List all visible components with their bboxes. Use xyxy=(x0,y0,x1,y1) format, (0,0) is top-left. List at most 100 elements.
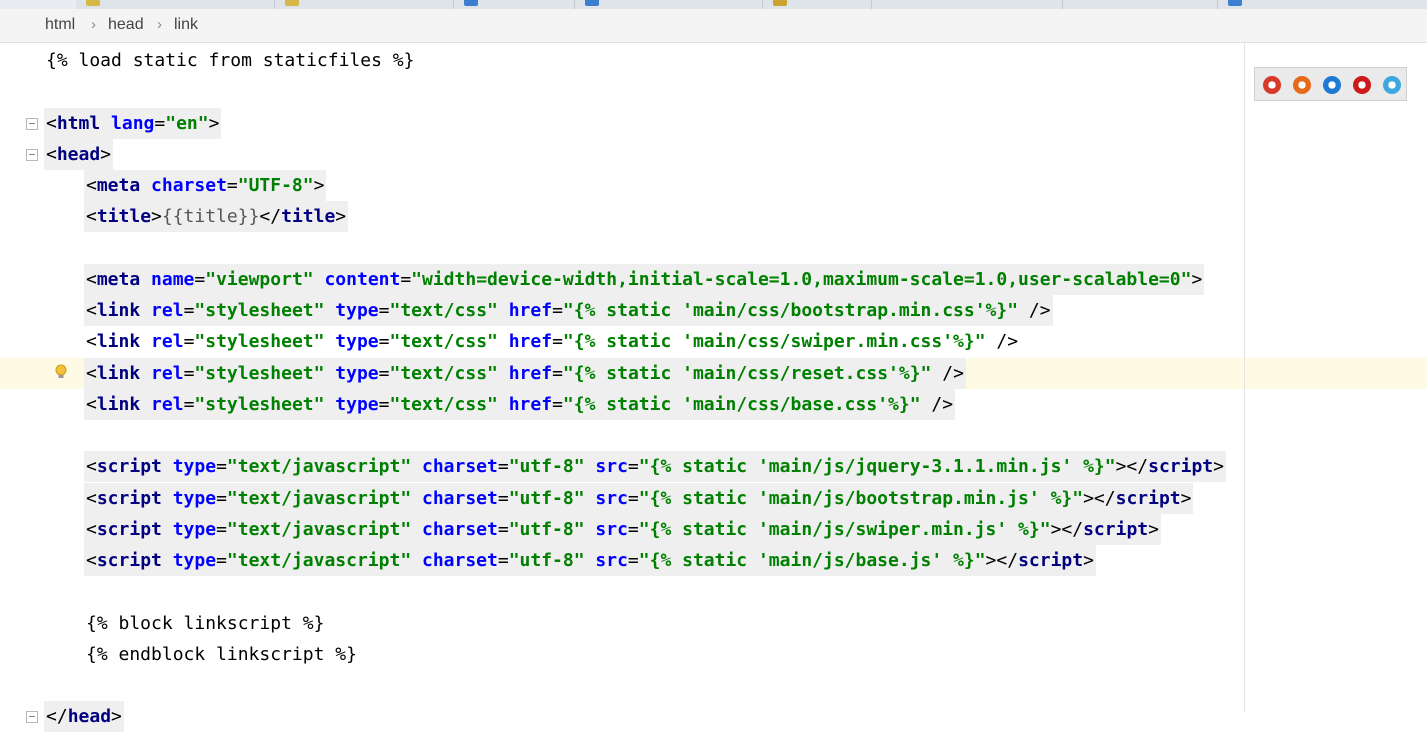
code-token: rel xyxy=(151,300,184,321)
browser-preview-panel xyxy=(1254,67,1407,101)
code-token: "{% static 'main/js/swiper.min.js' %}" xyxy=(638,518,1051,540)
editor-tab[interactable] xyxy=(1063,0,1218,9)
code-token: = xyxy=(552,331,563,353)
breadcrumb-item-link[interactable]: link xyxy=(174,16,198,34)
code-line[interactable]: <script type="text/javascript" charset="… xyxy=(86,545,1094,576)
fold-marker-icon[interactable] xyxy=(26,117,38,130)
code-token: ></ xyxy=(1115,456,1149,478)
code-token: rel xyxy=(151,362,184,384)
code-token: </ xyxy=(46,706,68,728)
code-line[interactable]: {% block linkscript %} xyxy=(86,608,324,639)
code-token: "stylesheet" xyxy=(194,362,325,384)
code-token: = xyxy=(216,456,227,478)
code-line[interactable]: <script type="text/javascript" charset="… xyxy=(86,451,1224,482)
code-line[interactable]: </head> xyxy=(46,701,122,732)
code-token: {% block linkscript %} xyxy=(86,612,325,634)
editor-tab[interactable] xyxy=(575,0,763,9)
code-token: "utf-8" xyxy=(508,518,585,540)
code-line[interactable]: <link rel="stylesheet" type="text/css" h… xyxy=(86,358,964,389)
fold-marker-icon[interactable] xyxy=(26,711,38,724)
editor-tab[interactable] xyxy=(76,0,275,9)
opera-icon[interactable] xyxy=(1353,76,1371,94)
code-token: < xyxy=(86,362,97,384)
code-token: /> xyxy=(985,331,1019,353)
editor-tab[interactable] xyxy=(872,0,1063,9)
code-token: name xyxy=(151,268,195,290)
code-token: script xyxy=(96,518,162,540)
code-token: "utf-8" xyxy=(508,456,585,478)
code-token: meta xyxy=(96,175,141,196)
code-token: > xyxy=(1180,487,1192,509)
editor-tab[interactable] xyxy=(1218,0,1427,9)
code-line[interactable]: <title>{{title}}</title> xyxy=(86,201,346,232)
code-token: href xyxy=(508,331,553,353)
code-token: > xyxy=(1083,550,1094,571)
code-token: = xyxy=(378,331,390,353)
code-token: /> xyxy=(931,362,964,384)
code-token: script xyxy=(1083,518,1149,540)
fold-marker-icon[interactable] xyxy=(26,148,38,161)
breadcrumb-item-html[interactable]: html xyxy=(45,16,75,34)
code-token: > xyxy=(208,112,220,134)
code-token: content xyxy=(324,268,401,290)
code-token: rel xyxy=(151,331,184,353)
editor-tab[interactable] xyxy=(454,0,575,9)
code-token: > xyxy=(335,206,347,228)
code-line[interactable]: <meta name="viewport" content="width=dev… xyxy=(86,264,1202,295)
code-token: > xyxy=(100,143,112,165)
breadcrumb-item-head[interactable]: head xyxy=(108,16,144,34)
code-token: src xyxy=(595,456,628,478)
code-line[interactable]: {% load static from staticfiles %} xyxy=(46,45,414,76)
code-token: type xyxy=(172,518,217,540)
code-token: type xyxy=(335,393,379,415)
code-token: = xyxy=(497,456,509,478)
code-token: "text/css" xyxy=(389,331,498,353)
code-token: title xyxy=(96,206,152,228)
code-token: link xyxy=(96,393,141,415)
editor-tab[interactable] xyxy=(763,0,872,9)
code-line[interactable]: <meta charset="UTF-8"> xyxy=(86,170,324,201)
code-token: /> xyxy=(920,393,954,415)
code-token: "text/css" xyxy=(389,362,498,384)
code-token: "utf-8" xyxy=(508,550,585,571)
code-token: script xyxy=(96,550,162,571)
lightbulb-icon[interactable] xyxy=(54,364,68,380)
code-line[interactable]: <link rel="stylesheet" type="text/css" h… xyxy=(86,295,1051,326)
code-line[interactable]: <script type="text/javascript" charset="… xyxy=(86,483,1191,514)
code-line[interactable]: {% endblock linkscript %} xyxy=(86,639,357,670)
code-token: "UTF-8" xyxy=(237,175,314,196)
python-file-icon xyxy=(86,0,100,6)
code-line[interactable]: <html lang="en"> xyxy=(46,108,219,139)
code-editor[interactable]: {% load static from staticfiles %} <html … xyxy=(0,43,1427,732)
code-token: < xyxy=(46,112,57,134)
ie-icon[interactable] xyxy=(1383,76,1401,94)
code-token: </ xyxy=(259,206,282,228)
code-token: < xyxy=(86,518,97,540)
code-line[interactable]: <link rel="stylesheet" type="text/css" h… xyxy=(86,326,1018,357)
code-token: script xyxy=(96,487,162,509)
code-token: < xyxy=(86,550,97,571)
code-token: "{% static 'main/css/reset.css'%}" xyxy=(562,362,932,384)
editor-tab[interactable] xyxy=(275,0,454,9)
code-line[interactable]: <link rel="stylesheet" type="text/css" h… xyxy=(86,389,953,420)
code-token: = xyxy=(627,456,639,478)
code-token: ></ xyxy=(1083,487,1116,509)
firefox-icon[interactable] xyxy=(1293,76,1311,94)
chrome-icon[interactable] xyxy=(1263,76,1281,94)
safari-icon[interactable] xyxy=(1323,76,1341,94)
code-line[interactable]: <head> xyxy=(46,139,111,170)
code-token: ></ xyxy=(1050,518,1084,540)
code-line[interactable]: <script type="text/javascript" charset="… xyxy=(86,514,1159,545)
code-token: < xyxy=(86,393,97,415)
code-token: = xyxy=(552,362,563,384)
code-token: /> xyxy=(1018,300,1051,321)
